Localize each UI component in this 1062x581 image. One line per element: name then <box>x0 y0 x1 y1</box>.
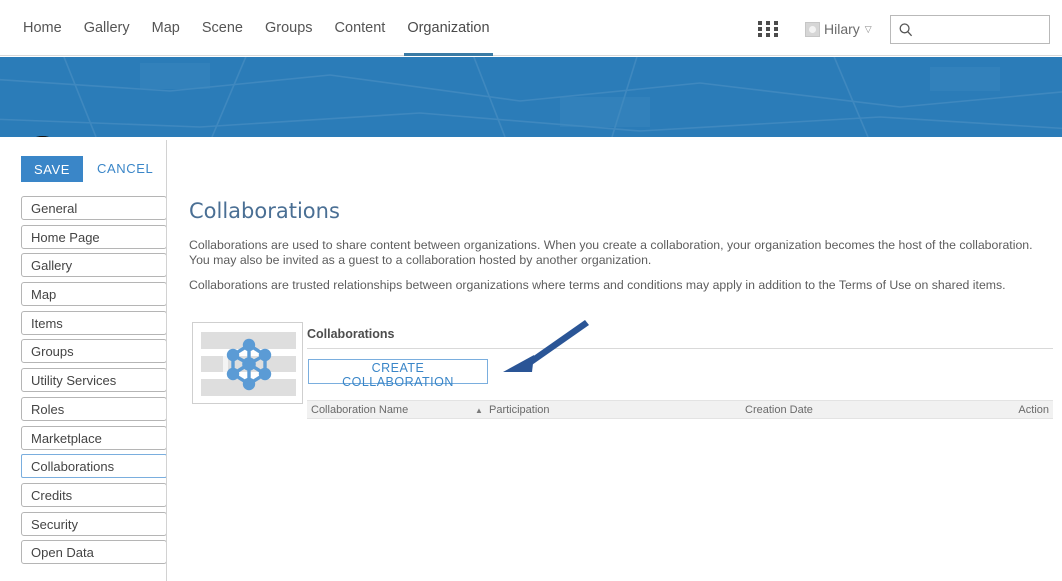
column-header-creation-date[interactable]: Creation Date <box>745 401 813 420</box>
column-header-action: Action <box>1018 401 1049 420</box>
nav-link-home[interactable]: Home <box>12 0 73 56</box>
nav-link-groups[interactable]: Groups <box>254 0 324 56</box>
sidebar-item-open-data[interactable]: Open Data <box>21 540 167 564</box>
top-navigation-bar: Home Gallery Map Scene Groups Content Or… <box>0 0 1062 56</box>
page-title: Collaborations <box>189 199 340 223</box>
nav-link-gallery[interactable]: Gallery <box>73 0 141 56</box>
chevron-down-icon: ▽ <box>865 25 872 34</box>
collaborations-section-label: Collaborations <box>307 327 395 341</box>
sidebar-item-roles[interactable]: Roles <box>21 397 167 421</box>
sidebar-item-security[interactable]: Security <box>21 512 167 536</box>
banner-map-background <box>0 57 1062 137</box>
sidebar-item-items[interactable]: Items <box>21 311 167 335</box>
cancel-button[interactable]: CANCEL <box>97 156 153 182</box>
create-collaboration-button[interactable]: CREATE COLLABORATION <box>308 359 488 384</box>
column-header-collaboration-name[interactable]: Collaboration Name <box>311 401 408 420</box>
search-icon <box>898 22 914 38</box>
user-avatar-icon <box>805 22 820 37</box>
annotation-arrow-icon <box>485 316 595 384</box>
sidebar-item-utility-services[interactable]: Utility Services <box>21 368 167 392</box>
save-button[interactable]: SAVE <box>21 156 83 182</box>
sidebar-item-groups[interactable]: Groups <box>21 339 167 363</box>
network-nodes-icon <box>192 322 303 404</box>
nav-link-organization[interactable]: Organization <box>396 0 500 56</box>
search-input[interactable] <box>918 16 1046 43</box>
description-paragraph-1: Collaborations are used to share content… <box>189 238 1053 268</box>
sidebar-item-home-page[interactable]: Home Page <box>21 225 167 249</box>
nav-link-content[interactable]: Content <box>324 0 397 56</box>
sort-ascending-icon[interactable]: ▲ <box>475 401 483 420</box>
user-menu[interactable]: Hilary ▽ <box>805 18 872 40</box>
sidebar-divider <box>166 140 167 581</box>
sidebar-item-collaborations[interactable]: Collaborations <box>21 454 167 478</box>
nav-link-map[interactable]: Map <box>141 0 191 56</box>
nav-link-scene[interactable]: Scene <box>191 0 254 56</box>
grid-dots-icon[interactable] <box>758 21 784 37</box>
description-paragraph-2: Collaborations are trusted relationships… <box>189 278 1053 293</box>
organization-banner: Collaboration Demo <box>0 57 1062 137</box>
sidebar-item-gallery[interactable]: Gallery <box>21 253 167 277</box>
section-divider <box>307 348 1053 349</box>
primary-nav: Home Gallery Map Scene Groups Content Or… <box>12 0 501 56</box>
column-header-participation[interactable]: Participation <box>489 401 550 420</box>
globe-icon <box>20 134 65 137</box>
user-menu-label: Hilary <box>824 21 860 37</box>
settings-sidebar: General Home Page Gallery Map Items Grou… <box>21 196 167 569</box>
sidebar-item-marketplace[interactable]: Marketplace <box>21 426 167 450</box>
sidebar-item-map[interactable]: Map <box>21 282 167 306</box>
sidebar-item-credits[interactable]: Credits <box>21 483 167 507</box>
sidebar-item-general[interactable]: General <box>21 196 167 220</box>
search-box[interactable] <box>890 15 1050 44</box>
collaborations-table-header: Collaboration Name ▲ Participation Creat… <box>307 400 1053 419</box>
